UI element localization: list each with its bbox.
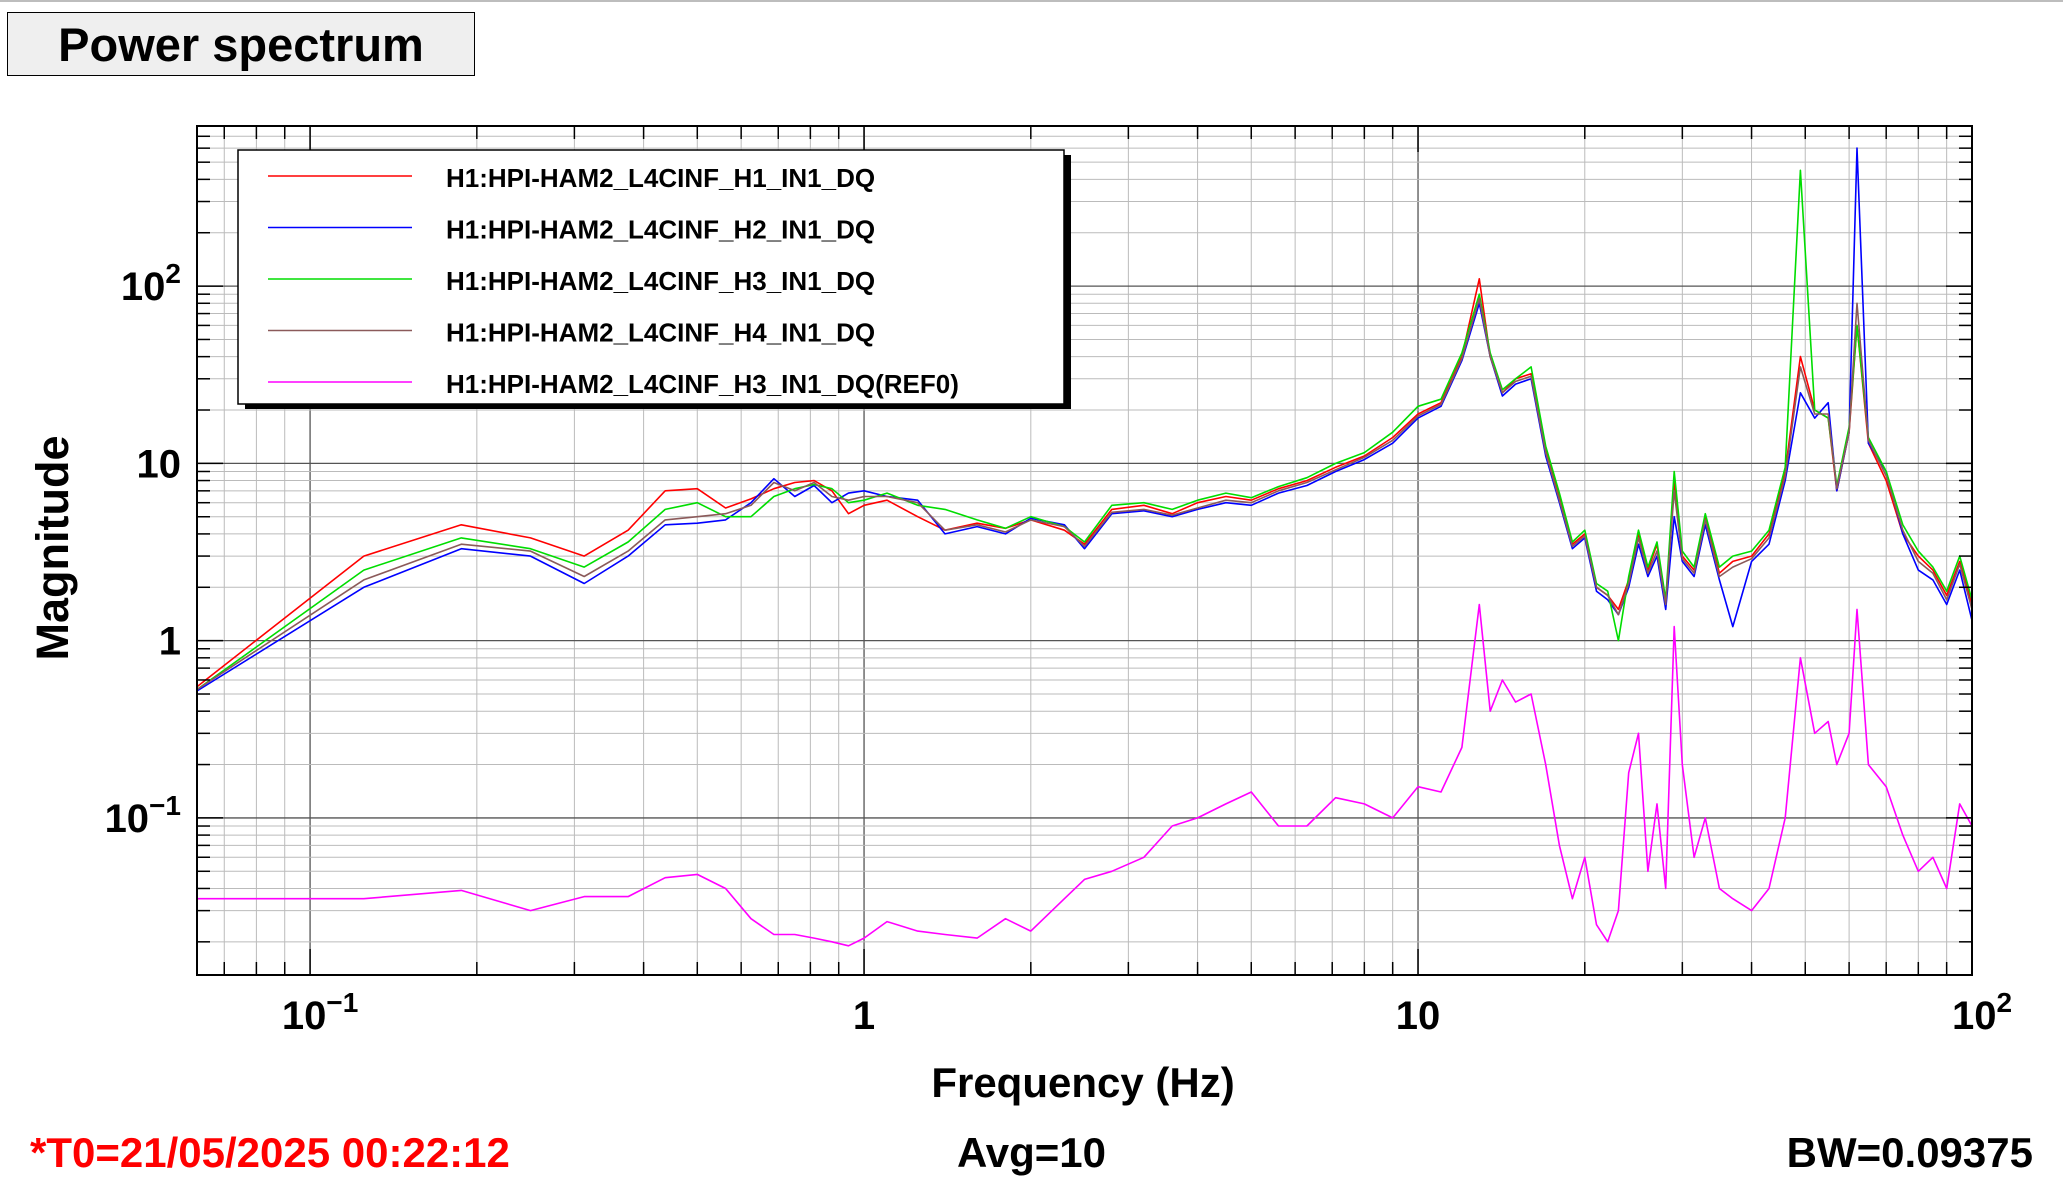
- legend-label: H1:HPI-HAM2_L4CINF_H4_IN1_DQ: [446, 318, 875, 348]
- series-line-5: [197, 603, 1973, 947]
- average-count: Avg=10: [956, 1129, 1107, 1176]
- x-tick-label: 10: [1396, 994, 1441, 1038]
- legend-label: H1:HPI-HAM2_L4CINF_H3_IN1_DQ(REF0): [446, 369, 959, 399]
- bandwidth: BW=0.09375: [1786, 1129, 2033, 1176]
- x-tick-label: 1: [853, 994, 875, 1038]
- x-tick-label: 10−1: [282, 987, 358, 1038]
- y-tick-label: 10−1: [105, 790, 181, 841]
- power-spectrum-chart: 10−1 1 10 102 10−1 1 10 102 Frequency (Hz) Magn…: [27, 125, 2012, 1106]
- legend-label: H1:HPI-HAM2_L4CINF_H2_IN1_DQ: [446, 215, 875, 245]
- x-axis-label: Frequency (Hz): [931, 1059, 1234, 1106]
- x-tick-label: 102: [1952, 987, 2012, 1038]
- y-axis-label: Magnitude: [27, 436, 78, 661]
- y-tick-label: 102: [121, 258, 181, 309]
- y-tick-label: 10: [137, 442, 182, 486]
- legend-label: H1:HPI-HAM2_L4CINF_H1_IN1_DQ: [446, 163, 875, 193]
- legend: H1:HPI-HAM2_L4CINF_H1_IN1_DQ H1:HPI-HAM2_…: [237, 149, 1071, 409]
- legend-label: H1:HPI-HAM2_L4CINF_H3_IN1_DQ: [446, 266, 875, 296]
- y-tick-label: 1: [159, 620, 181, 664]
